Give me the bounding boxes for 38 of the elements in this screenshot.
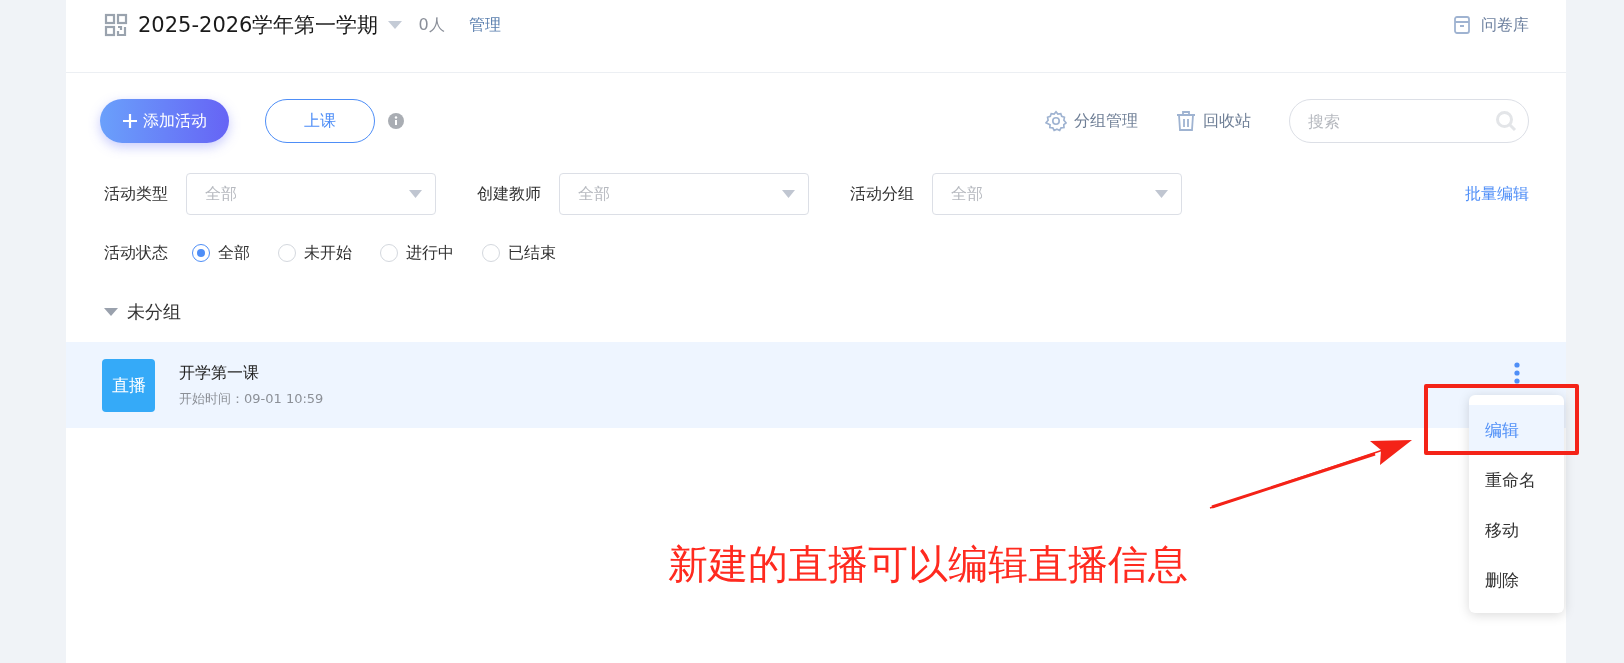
member-count: 0人 — [418, 14, 445, 36]
menu-item[interactable]: 移动 — [1469, 505, 1564, 555]
search-field[interactable]: 搜索 — [1289, 99, 1529, 143]
annotation-text: 新建的直播可以编辑直播信息 — [668, 540, 1188, 589]
info-icon[interactable] — [388, 113, 404, 129]
term-title: 2025-2026学年第一学期 — [138, 12, 379, 39]
live-badge: 直播 — [102, 358, 155, 412]
filter-label: 活动类型 — [104, 183, 168, 205]
group-manage-button[interactable]: 分组管理 — [1045, 110, 1138, 132]
activity-title: 开学第一课 — [179, 362, 260, 384]
settings-icon — [1045, 110, 1067, 132]
batch-edit-link[interactable]: 批量编辑 — [1465, 183, 1529, 205]
menu-item[interactable]: 删除 — [1469, 555, 1564, 605]
box-icon[interactable] — [1453, 15, 1471, 35]
status-radio[interactable]: 已结束 — [482, 242, 556, 264]
trash-icon — [1176, 110, 1196, 132]
dropdown-caret-icon — [782, 189, 795, 199]
filter-label: 创建教师 — [477, 183, 541, 205]
menu-item[interactable]: 重命名 — [1469, 455, 1564, 505]
start-time: 开始时间：09-01 10:59 — [179, 389, 325, 408]
status-radio[interactable]: 全部 — [192, 242, 250, 264]
status-radio[interactable]: 未开始 — [278, 242, 352, 264]
more-options-icon[interactable] — [1514, 362, 1520, 384]
filter-label: 活动分组 — [850, 183, 914, 205]
status-label: 活动状态 — [104, 242, 168, 264]
plus-icon — [122, 114, 137, 128]
recycle-bin-button[interactable]: 回收站 — [1176, 110, 1251, 132]
manage-link[interactable]: 管理 — [468, 14, 501, 36]
qr-code-icon[interactable] — [104, 13, 128, 37]
dropdown-caret-icon — [1155, 189, 1168, 199]
dropdown-caret-icon — [409, 189, 422, 199]
status-radio[interactable]: 进行中 — [380, 242, 454, 264]
search-icon[interactable] — [1495, 110, 1517, 132]
question-library-link[interactable]: 问卷库 — [1481, 14, 1529, 36]
add-activity-button[interactable]: 添加活动 — [100, 99, 229, 143]
start-class-button[interactable]: 上课 — [265, 99, 375, 143]
group-name: 未分组 — [127, 300, 181, 324]
dropdown-caret-icon[interactable] — [388, 20, 403, 30]
